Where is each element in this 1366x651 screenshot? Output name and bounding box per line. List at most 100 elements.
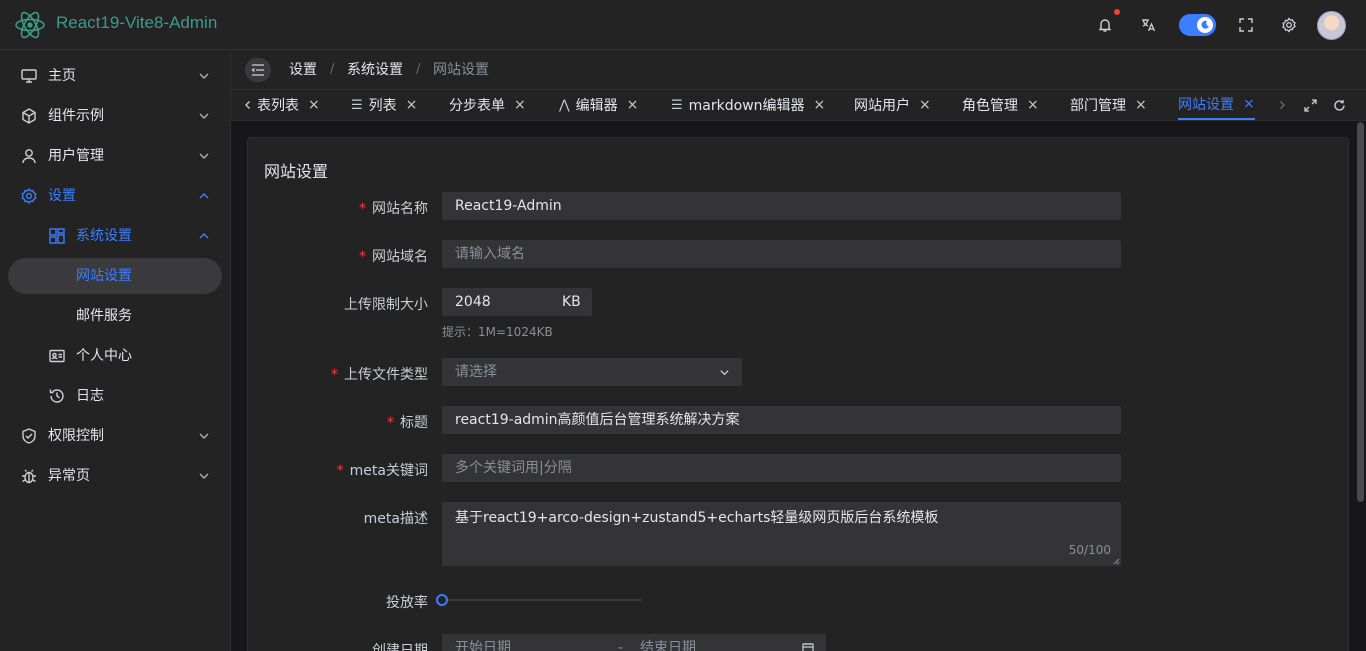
meta-description-value: 基于react19+arco-design+zustand5+echarts轻量… [455,510,939,526]
tab-label: 部门管理 [1070,98,1126,114]
page-title: 网站设置 [264,162,329,181]
close-icon[interactable]: × [1027,97,1039,113]
close-icon[interactable]: × [627,97,639,113]
tab-markdown-editor[interactable]: ☰ markdown编辑器 × [671,90,825,120]
required-mark: * [359,201,366,217]
sidebar-item-components[interactable]: 组件示例 [8,98,222,134]
sidebar-item-users[interactable]: 用户管理 [8,138,222,174]
shield-check-icon [22,428,36,444]
date-range-separator: - [618,640,624,651]
sidebar-item-mail-service[interactable]: 邮件服务 [8,298,222,334]
tab-list[interactable]: ☰ 列表 × [351,90,417,120]
tab-role-management[interactable]: 角色管理 × [962,90,1039,120]
sidebar-item-home[interactable]: 主页 [8,58,222,94]
monitor-icon [21,69,37,83]
tab-step-form[interactable]: 分步表单 × [449,90,526,120]
required-mark: * [331,367,338,383]
list-icon: ☰ [351,97,363,113]
breadcrumb-item[interactable]: 设置 [289,62,317,78]
sidebar-item-label: 日志 [76,388,104,404]
sidebar-item-label: 组件示例 [48,108,104,124]
close-icon[interactable]: × [514,97,526,113]
title-input[interactable]: react19-admin高颜值后台管理系统解决方案 [442,406,1121,434]
sidebar-item-label: 主页 [48,68,76,84]
avatar[interactable] [1317,11,1346,40]
theme-toggle[interactable] [1179,14,1216,36]
gear-icon[interactable] [1277,13,1301,37]
sidebar-item-settings[interactable]: 设置 [8,178,222,214]
bell-icon[interactable] [1093,13,1117,37]
dashboard-grid-icon [49,228,65,244]
fullscreen-icon[interactable] [1234,13,1258,37]
file-type-label: * 上传文件类型 [248,364,428,384]
pen-nib-icon: ⋀ [559,97,570,113]
list-icon: ☰ [671,97,683,113]
rate-slider-handle[interactable] [436,594,448,606]
tab-website-settings[interactable]: 网站设置 × [1178,90,1255,120]
domain-input[interactable]: 请输入域名 [442,240,1121,268]
menu-collapse-button[interactable] [245,58,271,82]
resize-handle-icon[interactable] [1113,558,1120,565]
meta-description-textarea[interactable]: 基于react19+arco-design+zustand5+echarts轻量… [442,502,1121,566]
settings-icon [21,187,37,205]
tab-label: 编辑器 [575,98,618,114]
refresh-icon[interactable] [1330,96,1348,114]
tab-label: 列表 [368,98,397,114]
sidebar-item-label: 邮件服务 [76,308,132,324]
tab-table-list[interactable]: 表列表 × [257,90,320,120]
label-text: 网站名称 [372,201,428,217]
tab-label: 表列表 [257,98,299,114]
meta-keywords-input[interactable]: 多个关键词用|分隔 [442,454,1121,482]
label-text: 标题 [400,415,428,431]
maximize-icon[interactable] [1301,96,1319,114]
top-header: React19-Vite8-Admin [0,0,1366,50]
close-icon[interactable]: × [814,97,826,113]
file-type-select[interactable]: 请选择 [442,358,742,386]
id-card-icon [49,349,65,363]
close-icon[interactable]: × [919,97,931,113]
sidebar-item-system-settings[interactable]: 系统设置 [8,218,222,254]
tabs-scroll-right-icon[interactable] [1273,96,1291,114]
sidebar-item-profile[interactable]: 个人中心 [8,338,222,374]
chevron-down-icon [199,113,209,119]
rate-slider-track[interactable] [442,599,642,601]
chevron-down-icon [199,153,209,159]
sidebar-item-error-pages[interactable]: 异常页 [8,458,222,494]
sidebar-item-label: 网站设置 [76,268,132,284]
chevron-down-icon [199,473,209,479]
date-range-picker[interactable]: 开始日期 - 结束日期 [442,634,826,651]
label-text: 上传文件类型 [344,367,428,383]
sidebar-item-permissions[interactable]: 权限控制 [8,418,222,454]
sidebar-item-website-settings[interactable]: 网站设置 [8,258,222,294]
settings-form-card: 网站设置 * 网站名称 React19-Admin * 网站域名 请输入域名 上传限… [247,137,1349,651]
domain-label: * 网站域名 [248,246,428,266]
chevron-down-icon [720,370,729,376]
chevron-down-icon [199,73,209,79]
upload-limit-input[interactable]: 2048 KB [442,288,592,316]
close-icon[interactable]: × [1243,96,1255,112]
tab-department-management[interactable]: 部门管理 × [1070,90,1147,120]
tab-editor[interactable]: ⋀ 编辑器 × [559,90,638,120]
sidebar-item-label: 异常页 [48,468,90,484]
chevron-down-icon [199,433,209,439]
tab-label: 分步表单 [449,98,505,114]
tab-website-users[interactable]: 网站用户 × [854,90,931,120]
close-icon[interactable]: × [1135,97,1147,113]
meta-description-label: meta描述 [363,511,428,527]
breadcrumb-item[interactable]: 系统设置 [347,62,403,78]
close-icon[interactable]: × [406,97,418,113]
page-scrollbar[interactable] [1357,122,1364,502]
user-icon [22,149,36,164]
breadcrumb-item-current: 网站设置 [433,62,489,78]
tabs-bar: 表列表 × ☰ 列表 × 分步表单 × ⋀ 编辑器 × ☰ markdown编辑… [231,90,1366,121]
translate-icon[interactable] [1136,13,1160,37]
site-name-input[interactable]: React19-Admin [442,192,1121,220]
sidebar-item-log[interactable]: 日志 [8,378,222,414]
app-title[interactable]: React19-Vite8-Admin [56,13,217,33]
tabs-scroll-left-icon[interactable] [239,96,257,114]
start-date-input[interactable]: 开始日期 [455,640,511,651]
chevron-up-icon [199,233,209,239]
end-date-input[interactable]: 结束日期 [640,634,696,651]
close-icon[interactable]: × [308,97,320,113]
react-logo-icon[interactable] [14,10,46,40]
